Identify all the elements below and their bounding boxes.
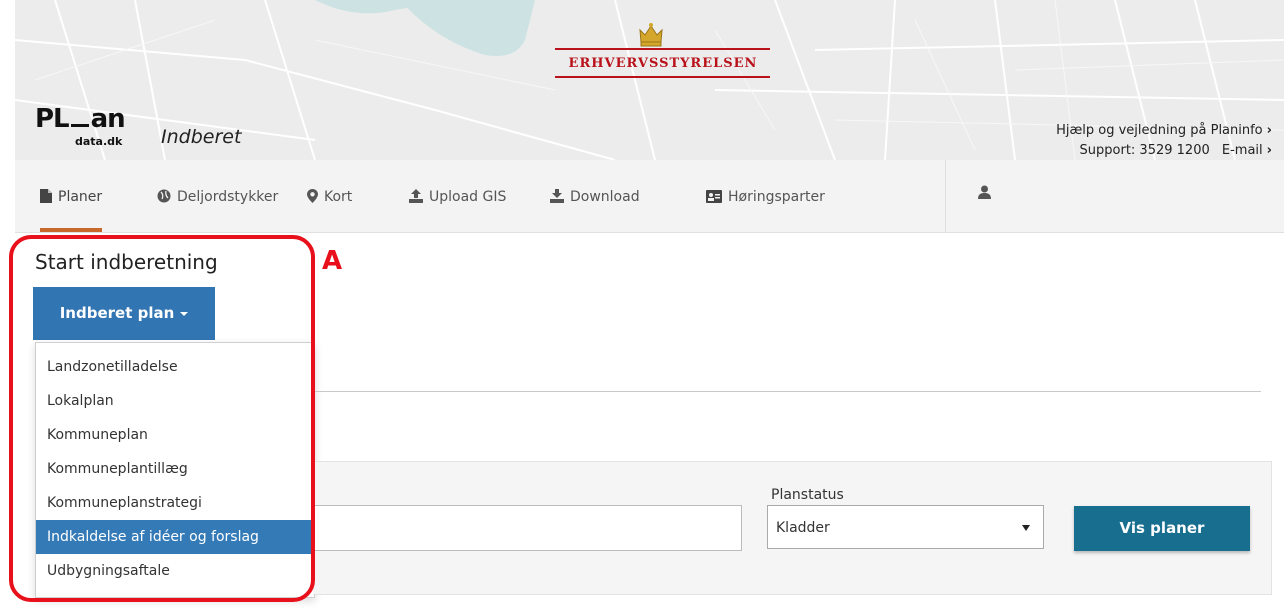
section-divider <box>313 391 1261 392</box>
main-nav: Planer Deljordstykker Kort Upload GIS Do… <box>15 160 1284 233</box>
plandata-logo[interactable]: PL an data.dk <box>35 104 126 148</box>
planstatus-label: Planstatus <box>771 487 844 503</box>
email-link[interactable]: E-mail › <box>1222 143 1272 158</box>
tab-label: Deljordstykker <box>177 189 279 205</box>
logo-text-right: an <box>90 104 126 134</box>
nav-divider <box>945 160 946 232</box>
help-link[interactable]: Hjælp og vejledning på Planinfo › <box>1056 121 1272 141</box>
tab-label: Download <box>570 189 640 205</box>
support-line: Support: 3529 1200 E-mail › <box>1056 141 1272 160</box>
vis-planer-button[interactable]: Vis planer <box>1074 506 1250 551</box>
annotation-box <box>9 235 315 602</box>
tab-label: Kort <box>324 189 353 205</box>
tab-label: Høringsparter <box>728 189 825 205</box>
user-icon[interactable] <box>978 185 991 199</box>
tab-label: Upload GIS <box>429 189 507 205</box>
app-name: Indberet <box>161 126 242 148</box>
globe-icon <box>157 189 171 203</box>
crown-icon <box>639 23 663 47</box>
help-link-label: Hjælp og vejledning på Planinfo <box>1056 123 1263 138</box>
site-header: ERHVERVSSTYRELSEN PL an data.dk Indberet … <box>15 0 1284 160</box>
upload-icon <box>409 189 423 203</box>
tab-hoeringsparter[interactable]: Høringsparter <box>706 160 825 232</box>
support-phone: Support: 3529 1200 <box>1079 143 1210 158</box>
email-label: E-mail <box>1221 143 1263 158</box>
tab-planer[interactable]: Planer <box>40 160 103 232</box>
agency-name: ERHVERVSSTYRELSEN <box>568 56 758 71</box>
tab-upload-gis[interactable]: Upload GIS <box>409 160 506 232</box>
caret-down-icon <box>1022 525 1030 531</box>
contact-card-icon <box>706 190 722 203</box>
download-icon <box>550 189 564 203</box>
planstatus-value: Kladder <box>776 520 830 536</box>
search-input[interactable] <box>313 505 742 551</box>
planstatus-select[interactable]: Kladder <box>767 505 1044 549</box>
agency-line-top <box>555 48 770 50</box>
agency-line-bottom <box>555 76 770 78</box>
tab-kort[interactable]: Kort <box>307 160 352 232</box>
logo-text-left: PL <box>35 104 70 134</box>
logo-subtext: data.dk <box>75 135 123 148</box>
help-links: Hjælp og vejledning på Planinfo › Support… <box>1056 121 1272 160</box>
tab-deljordstykker[interactable]: Deljordstykker <box>157 160 278 232</box>
annotation-label: A <box>322 246 343 276</box>
tab-download[interactable]: Download <box>550 160 640 232</box>
chevron-right-icon: › <box>1266 143 1272 158</box>
tab-label: Planer <box>58 189 103 205</box>
map-marker-icon <box>307 189 318 203</box>
chevron-right-icon: › <box>1266 123 1272 138</box>
file-icon <box>40 189 52 203</box>
